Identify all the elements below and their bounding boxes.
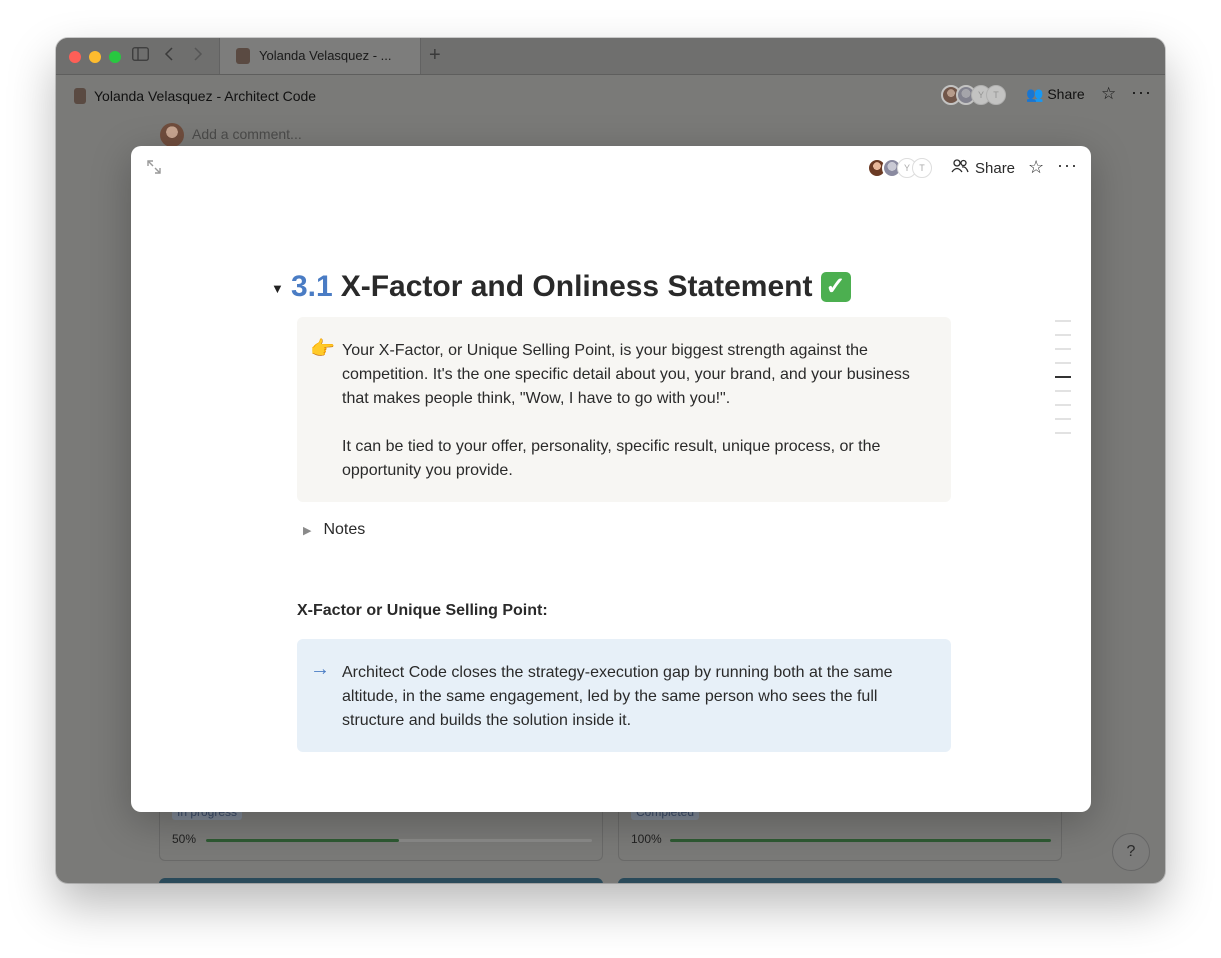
pointing-hand-icon: 👉 bbox=[310, 338, 335, 360]
callout-paragraph[interactable]: Architect Code closes the strategy-execu… bbox=[342, 661, 932, 733]
page-icon bbox=[236, 48, 250, 64]
progress-fill bbox=[206, 839, 399, 842]
more-options-icon[interactable]: ··· bbox=[1131, 82, 1152, 103]
page-title: ▼ 3.1 X-Factor and Onliness Statement ✓ bbox=[271, 270, 851, 304]
arrow-right-icon: → bbox=[310, 658, 330, 680]
share-button[interactable]: 👥 Share bbox=[1026, 86, 1085, 103]
zoom-window-button[interactable] bbox=[109, 51, 121, 63]
toc-item[interactable] bbox=[1055, 348, 1071, 350]
progress-fill bbox=[670, 839, 1051, 842]
share-button[interactable]: Share bbox=[951, 159, 1015, 177]
toc-item[interactable] bbox=[1055, 362, 1071, 364]
table-of-contents-minimap[interactable] bbox=[1055, 320, 1071, 446]
expand-icon[interactable] bbox=[147, 160, 161, 179]
back-arrow-icon[interactable] bbox=[164, 47, 174, 66]
sidebar-toggle-icon[interactable] bbox=[132, 47, 149, 66]
app-header: Yolanda Velasquez - Architect Code Y T 👥… bbox=[56, 75, 1165, 117]
avatar: T bbox=[912, 158, 932, 178]
page-peek-modal: Y T Share ☆ ··· ▼ 3.1 X-Factor and Onlin… bbox=[131, 146, 1091, 812]
answer-callout: → Architect Code closes the strategy-exe… bbox=[297, 639, 951, 752]
forward-arrow-icon[interactable] bbox=[193, 47, 203, 66]
toc-item[interactable] bbox=[1055, 334, 1071, 336]
callout-text: Your X-Factor, or Unique Selling Point, … bbox=[342, 339, 932, 483]
favorite-star-icon[interactable]: ☆ bbox=[1028, 157, 1044, 178]
toggle-triangle-icon[interactable]: ▶ bbox=[303, 524, 311, 537]
toc-item[interactable] bbox=[1055, 320, 1071, 322]
progress-label: 100% bbox=[631, 832, 662, 846]
browser-tab[interactable]: Yolanda Velasquez - ... bbox=[219, 38, 421, 74]
toc-item[interactable] bbox=[1055, 418, 1071, 420]
help-button[interactable]: ? bbox=[1112, 833, 1150, 871]
avatar bbox=[160, 123, 184, 147]
callout-paragraph: Your X-Factor, or Unique Selling Point, … bbox=[342, 342, 910, 407]
collaborator-avatars[interactable]: Y T bbox=[941, 85, 1006, 105]
new-tab-button[interactable]: + bbox=[429, 44, 441, 67]
intro-callout: 👉 Your X-Factor, or Unique Selling Point… bbox=[297, 317, 951, 502]
close-window-button[interactable] bbox=[69, 51, 81, 63]
toggle-triangle-icon[interactable]: ▼ bbox=[271, 281, 291, 296]
toc-item[interactable] bbox=[1055, 432, 1071, 434]
notes-toggle[interactable]: ▶ Notes bbox=[303, 521, 365, 539]
people-icon: 👥 bbox=[1026, 86, 1044, 102]
favorite-star-icon[interactable]: ☆ bbox=[1101, 84, 1116, 104]
page-icon bbox=[74, 88, 86, 104]
toc-item[interactable] bbox=[1055, 376, 1071, 378]
section-number: 3.1 bbox=[291, 270, 333, 303]
heading-text: X-Factor and Onliness Statement bbox=[340, 270, 813, 303]
share-label: Share bbox=[1047, 86, 1085, 102]
toc-item[interactable] bbox=[1055, 404, 1071, 406]
tab-title: Yolanda Velasquez - ... bbox=[259, 48, 392, 63]
minimize-window-button[interactable] bbox=[89, 51, 101, 63]
toc-item[interactable] bbox=[1055, 390, 1071, 392]
title-bar: Yolanda Velasquez - ... + bbox=[56, 38, 1165, 75]
collaborator-avatars[interactable]: Y T bbox=[867, 158, 932, 178]
avatar: T bbox=[986, 85, 1006, 105]
card-cover bbox=[618, 878, 1062, 883]
card-cover bbox=[159, 878, 603, 883]
more-options-icon[interactable]: ··· bbox=[1057, 155, 1078, 176]
callout-paragraph: It can be tied to your offer, personalit… bbox=[342, 438, 881, 479]
comment-input[interactable]: Add a comment... bbox=[192, 126, 302, 142]
notes-label: Notes bbox=[323, 521, 366, 538]
people-icon bbox=[951, 159, 969, 177]
progress-bar bbox=[206, 839, 592, 842]
check-mark-button-icon: ✓ bbox=[820, 272, 851, 302]
subheading: X-Factor or Unique Selling Point: bbox=[297, 602, 548, 619]
progress-bar bbox=[670, 839, 1051, 842]
share-label: Share bbox=[975, 159, 1016, 177]
progress-label: 50% bbox=[172, 832, 197, 846]
breadcrumb[interactable]: Yolanda Velasquez - Architect Code bbox=[94, 88, 316, 104]
callout-text: Architect Code closes the strategy-execu… bbox=[342, 661, 932, 733]
